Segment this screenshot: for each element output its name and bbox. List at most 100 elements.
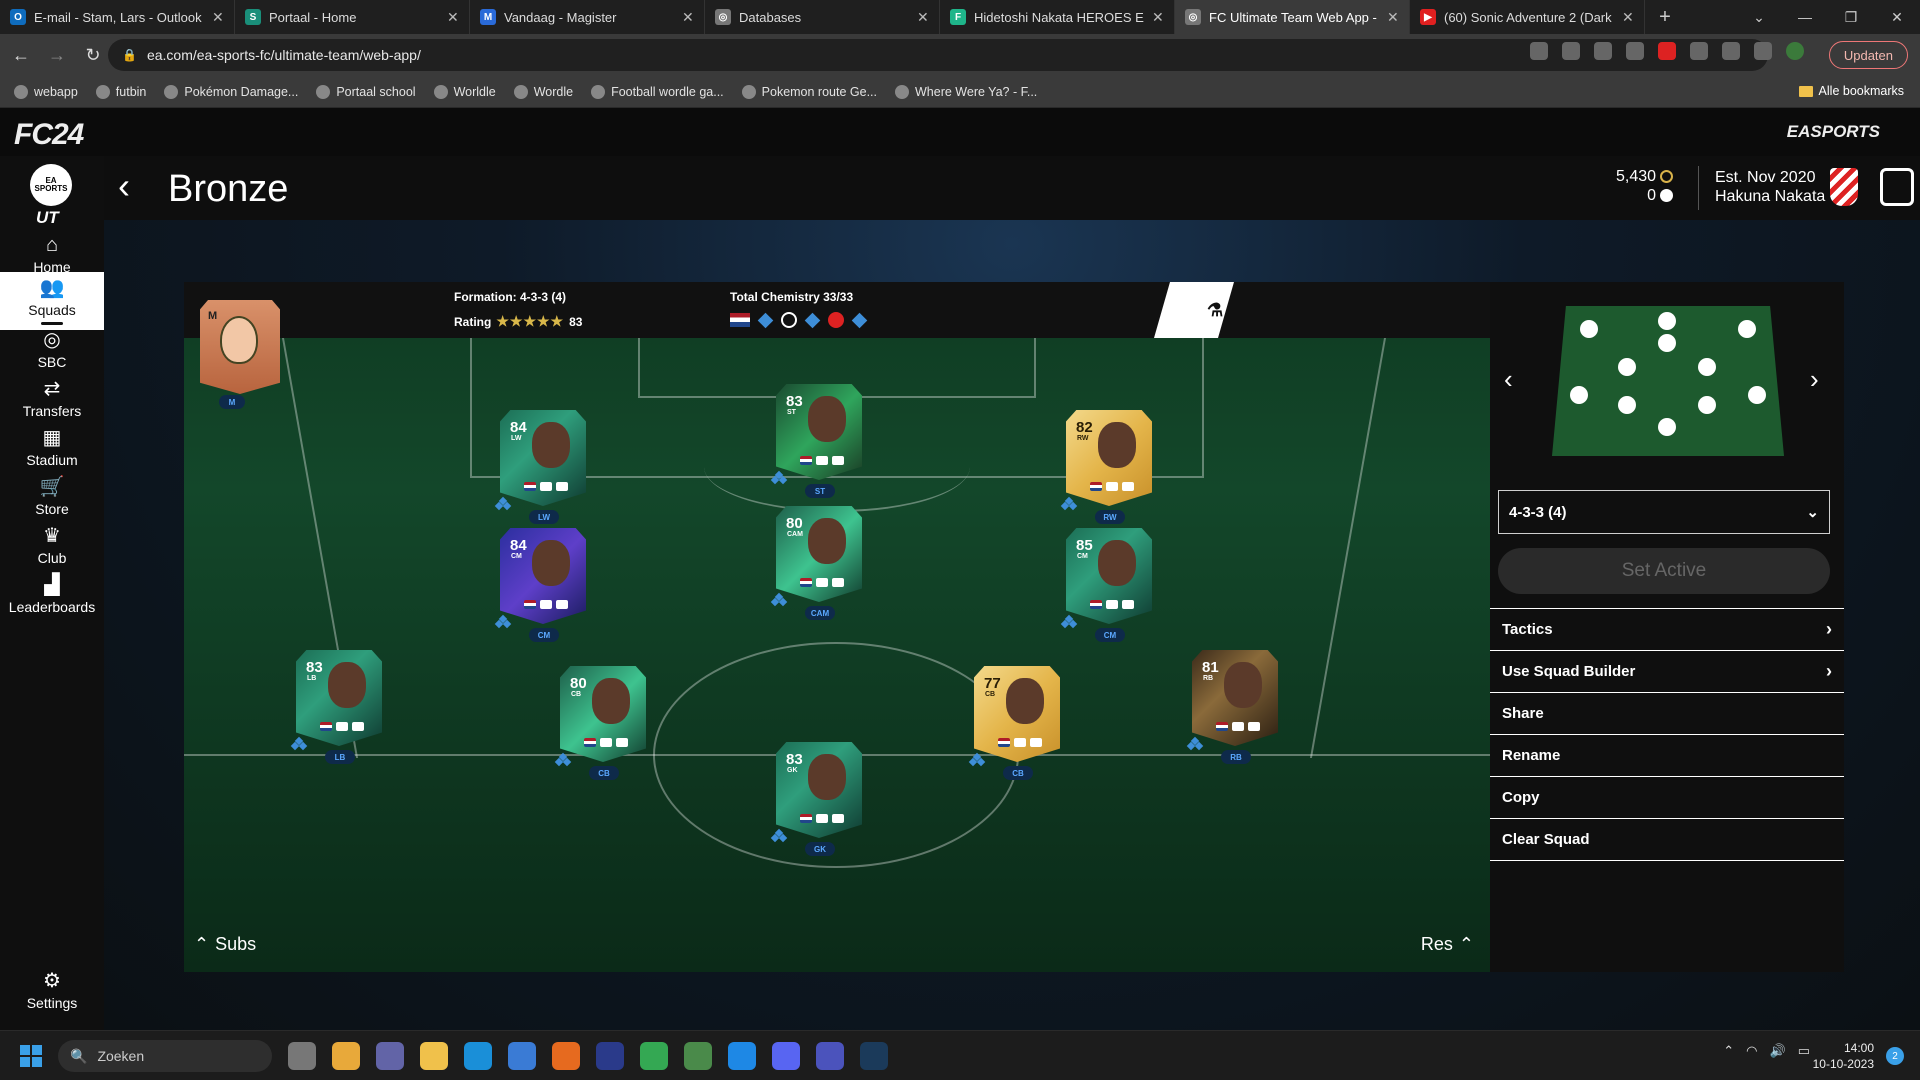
profile-avatar[interactable]	[1786, 42, 1804, 60]
all-bookmarks[interactable]: Alle bookmarks	[1798, 84, 1904, 98]
clock[interactable]: 14:00 10-10-2023	[1813, 1040, 1874, 1072]
bookmark-star-icon[interactable]	[1562, 42, 1580, 60]
tab-favicon-icon: ◎	[715, 9, 731, 25]
player-card[interactable]: 84 CM CM	[494, 528, 586, 642]
player-card[interactable]: 77 CB CB	[968, 666, 1060, 780]
maximize-button[interactable]: ❐	[1828, 0, 1874, 34]
media-icon[interactable]	[1722, 42, 1740, 60]
browser-tab[interactable]: ▶ (60) Sonic Adventure 2 (Dark St ✕	[1410, 0, 1645, 34]
chrome-profile-icon[interactable]	[684, 1042, 712, 1070]
set-active-button[interactable]: Set Active	[1498, 548, 1830, 594]
bookmark-item[interactable]: futbin	[95, 84, 146, 99]
menu-item-tactics[interactable]: Tactics ›	[1490, 608, 1844, 649]
tab-search-icon[interactable]: ⌄	[1736, 0, 1782, 34]
menu-item-rename[interactable]: Rename	[1490, 734, 1844, 775]
chevron-up-icon[interactable]: ⌃	[1723, 1043, 1734, 1059]
teams-chat-icon[interactable]	[376, 1042, 404, 1070]
vscode-icon[interactable]	[728, 1042, 756, 1070]
browser-tab[interactable]: M Vandaag - Magister ✕	[470, 0, 705, 34]
adblock-icon[interactable]	[1658, 42, 1676, 60]
browser-tab[interactable]: ◎ Databases ✕	[705, 0, 940, 34]
player-card[interactable]: 80 CB CB	[554, 666, 646, 780]
sidebar-item-leaderboards[interactable]: ▟ Leaderboards	[0, 566, 104, 624]
player-card[interactable]: 83 LB LB	[290, 650, 382, 764]
share-icon[interactable]	[1530, 42, 1548, 60]
puzzle-icon[interactable]	[1690, 42, 1708, 60]
bookmark-item[interactable]: Portaal school	[316, 84, 416, 99]
steam-icon[interactable]	[860, 1042, 888, 1070]
extension-icon[interactable]	[1594, 42, 1612, 60]
manager-card[interactable]: M	[200, 300, 280, 394]
close-tab-icon[interactable]: ✕	[1622, 9, 1634, 26]
close-tab-icon[interactable]: ✕	[212, 9, 224, 26]
forward-button[interactable]: →	[42, 40, 72, 70]
store-icon[interactable]	[508, 1042, 536, 1070]
menu-item-copy[interactable]: Copy	[1490, 776, 1844, 817]
club-icon	[616, 738, 628, 747]
bookmark-item[interactable]: webapp	[14, 84, 78, 99]
bookmark-item[interactable]: Pokémon Damage...	[164, 84, 298, 99]
close-tab-icon[interactable]: ✕	[682, 9, 694, 26]
player-card[interactable]: 85 CM CM	[1060, 528, 1152, 642]
new-tab-button[interactable]: +	[1645, 0, 1685, 34]
ut-profile-badge-icon[interactable]	[1880, 168, 1914, 206]
bookmark-label: Wordle	[533, 84, 574, 99]
close-tab-icon[interactable]: ✕	[447, 9, 459, 26]
close-tab-icon[interactable]: ✕	[1387, 9, 1399, 26]
menu-item-share[interactable]: Share	[1490, 692, 1844, 733]
notification-badge[interactable]: 2	[1886, 1047, 1904, 1065]
next-formation-arrow[interactable]: ›	[1810, 364, 1819, 395]
file-explorer-icon[interactable]	[420, 1042, 448, 1070]
close-tab-icon[interactable]: ✕	[1152, 9, 1164, 26]
bookmark-item[interactable]: Where Were Ya? - F...	[895, 84, 1037, 99]
back-arrow-icon[interactable]: ‹	[118, 168, 130, 204]
firefox-icon[interactable]	[552, 1042, 580, 1070]
bookmark-label: Pokemon route Ge...	[761, 84, 877, 99]
player-card[interactable]: 82 RW RW	[1060, 410, 1152, 524]
browser-tab[interactable]: F Hidetoshi Nakata HEROES EA F ✕	[940, 0, 1175, 34]
card-body: 81 RB	[1192, 650, 1278, 746]
subs-button[interactable]: ⌃ Subs	[194, 934, 256, 955]
player-card[interactable]: 83 ST ST	[770, 384, 862, 498]
minimize-button[interactable]: —	[1782, 0, 1828, 34]
extension-icon[interactable]	[1626, 42, 1644, 60]
player-card[interactable]: 84 LW LW	[494, 410, 586, 524]
battery-icon[interactable]: ▭	[1798, 1043, 1810, 1059]
browser-tab[interactable]: ◎ FC Ultimate Team Web App - E ✕	[1175, 0, 1410, 34]
sidepanel-icon[interactable]	[1754, 42, 1772, 60]
close-tab-icon[interactable]: ✕	[917, 9, 929, 26]
menu-item-use-squad-builder[interactable]: Use Squad Builder ›	[1490, 650, 1844, 691]
edge-icon[interactable]	[464, 1042, 492, 1070]
bookmark-item[interactable]: Worldle	[433, 84, 496, 99]
prev-formation-arrow[interactable]: ‹	[1504, 364, 1513, 395]
taskbar-search[interactable]: 🔍 Zoeken	[58, 1040, 272, 1072]
teams-icon[interactable]	[816, 1042, 844, 1070]
chem-diamonds-icon	[1060, 496, 1078, 512]
volume-icon[interactable]: 🔊	[1770, 1043, 1786, 1059]
discord-icon[interactable]	[772, 1042, 800, 1070]
close-window-button[interactable]: ✕	[1874, 0, 1920, 34]
reload-button[interactable]: ↻	[78, 40, 108, 70]
bookmark-item[interactable]: Football wordle ga...	[591, 84, 724, 99]
player-card[interactable]: 81 RB RB	[1186, 650, 1278, 764]
task-view-icon[interactable]	[288, 1042, 316, 1070]
player-card[interactable]: 80 CAM CAM	[770, 506, 862, 620]
browser-tab[interactable]: O E-mail - Stam, Lars - Outlook ✕	[0, 0, 235, 34]
browser-tab[interactable]: S Portaal - Home ✕	[235, 0, 470, 34]
weather-icon[interactable]	[332, 1042, 360, 1070]
formation-dropdown[interactable]: 4-3-3 (4) ⌄	[1498, 490, 1830, 534]
bookmark-item[interactable]: Wordle	[513, 84, 574, 99]
address-bar[interactable]: 🔒 ea.com/ea-sports-fc/ultimate-team/web-…	[108, 39, 1768, 71]
player-card[interactable]: 83 GK GK	[770, 742, 862, 856]
nation-flag-icon	[524, 600, 536, 609]
windows-start-icon[interactable]	[20, 1045, 42, 1067]
chrome-icon[interactable]	[640, 1042, 668, 1070]
bookmark-item[interactable]: Pokemon route Ge...	[741, 84, 877, 99]
app-b-icon[interactable]	[596, 1042, 624, 1070]
sidebar-item-settings[interactable]: ⚙ Settings	[0, 962, 104, 1020]
menu-item-clear-squad[interactable]: Clear Squad	[1490, 818, 1844, 859]
reserves-button[interactable]: Res ⌃	[1421, 934, 1474, 955]
back-button[interactable]: ←	[6, 40, 36, 70]
update-button[interactable]: Updaten	[1828, 41, 1908, 69]
wifi-icon[interactable]: ◠	[1746, 1043, 1757, 1059]
